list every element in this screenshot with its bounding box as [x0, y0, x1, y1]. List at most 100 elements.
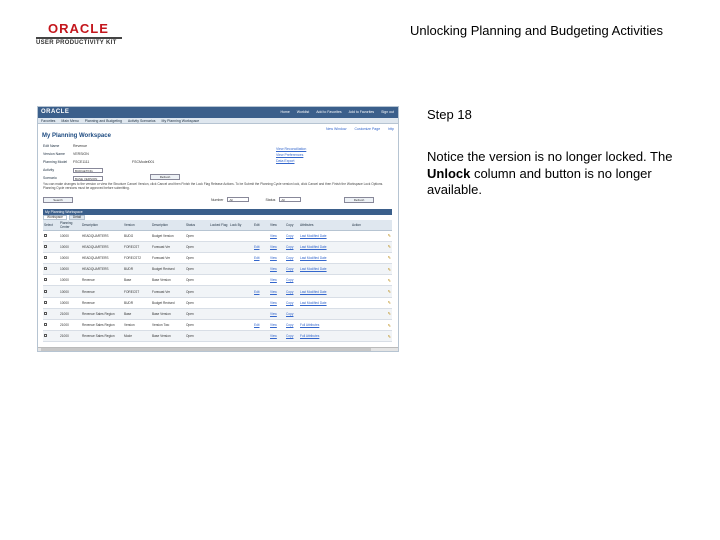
copy-link[interactable]: Copy [286, 256, 293, 260]
version-cell: Base [124, 311, 132, 316]
grid-cell: FORECST [123, 285, 151, 298]
table-row[interactable]: 10000 HEADQUARTERS BUDG Budget Version Open V… [43, 230, 392, 242]
pencil-icon[interactable]: ✎ [388, 267, 391, 272]
pencil-icon[interactable]: ✎ [388, 244, 391, 249]
view-link[interactable]: View [270, 323, 277, 327]
horizontal-scrollbar[interactable] [38, 347, 398, 351]
attributes-link[interactable]: Last Modified Date [300, 256, 327, 260]
pencil-icon[interactable]: ✎ [388, 278, 391, 283]
attributes-link[interactable]: Last Modified Date [300, 234, 327, 238]
table-row[interactable]: 10000 Revenue FORECST Forecast Ver Open Edit V… [43, 285, 392, 298]
column-header: Copy [285, 220, 299, 231]
view-link[interactable]: View [270, 278, 277, 282]
row-checkbox[interactable] [44, 267, 47, 271]
view-link[interactable]: View [270, 312, 277, 316]
view-reconciliation-link[interactable]: View Reconciliation [276, 147, 306, 151]
copy-link[interactable]: Copy [286, 323, 293, 327]
grid-cell [299, 274, 351, 287]
copy-link[interactable]: Copy [286, 234, 293, 238]
refresh-button[interactable]: Refresh [150, 174, 180, 180]
refresh-button-2[interactable]: Refresh [344, 197, 374, 203]
pencil-icon[interactable]: ✎ [388, 300, 391, 305]
menu-favorites[interactable]: Favorites [41, 119, 55, 123]
top-nav-signout[interactable]: Sign out [381, 110, 394, 114]
attributes-link[interactable]: Last Modified Date [300, 245, 327, 249]
pencil-icon[interactable]: ✎ [388, 323, 391, 328]
column-header: Locked Flag [209, 220, 229, 231]
row-checkbox[interactable] [44, 311, 47, 315]
table-row[interactable]: 10000 HEADQUARTERS FORECST Forecast Ver Open… [43, 241, 392, 253]
menu-workspace[interactable]: My Planning Workspace [162, 119, 200, 123]
scrollbar-thumb[interactable] [41, 348, 371, 351]
grid-cell: Revenue [81, 285, 123, 298]
row-checkbox[interactable] [44, 233, 47, 237]
table-row[interactable]: 10000 HEADQUARTERS FORECST2 Forecast Ver Ope… [43, 252, 392, 265]
activity-input[interactable]: BUDGETING [73, 167, 103, 173]
http-link[interactable]: http [388, 127, 394, 131]
pencil-icon[interactable]: ✎ [388, 311, 391, 316]
grid-cell: View [269, 263, 285, 276]
view-link[interactable]: View [270, 334, 277, 338]
table-row[interactable]: 10000 HEADQUARTERS BUDR Budget Revised Open V… [43, 263, 392, 276]
scenario-input[interactable]: BASE VERSION [73, 175, 103, 181]
view-link[interactable]: View [270, 267, 277, 271]
menu-planning[interactable]: Planning and Budgeting [85, 119, 122, 123]
top-nav-home[interactable]: Home [280, 110, 289, 114]
table-row[interactable]: 21000 Revenue Sales Region Version Version … [43, 319, 392, 332]
copy-link[interactable]: Copy [286, 245, 293, 249]
search-button[interactable]: Search [43, 197, 73, 203]
action-cell [43, 308, 59, 321]
copy-link[interactable]: Copy [286, 312, 293, 316]
top-nav-worklist[interactable]: Worklist [297, 110, 309, 114]
new-window-link[interactable]: New Window [326, 127, 346, 131]
pencil-icon[interactable]: ✎ [388, 334, 391, 339]
grid-cell: Budget Version [151, 230, 185, 242]
menu-main[interactable]: Main Menu [61, 119, 78, 123]
copy-link[interactable]: Copy [286, 267, 293, 271]
pencil-icon[interactable]: ✎ [388, 255, 391, 260]
row-checkbox[interactable] [44, 278, 47, 282]
attributes-link[interactable]: Last Modified Date [300, 290, 327, 294]
menu-activity[interactable]: Activity Scenarios [128, 119, 156, 123]
grid-cell: Forecast Ver [151, 252, 185, 265]
edit-link[interactable]: Edit [254, 256, 260, 260]
view-link[interactable]: View [270, 245, 277, 249]
table-row[interactable]: 21000 Revenue Sales Region Base Base Versio… [43, 308, 392, 321]
attributes-link[interactable]: Full Attributes [300, 323, 319, 327]
copy-link[interactable]: Copy [286, 334, 293, 338]
view-preferences-link[interactable]: View Preferences [276, 153, 303, 157]
edit-link[interactable]: Edit [254, 290, 260, 294]
copy-link[interactable]: Copy [286, 301, 293, 305]
row-checkbox[interactable] [44, 289, 47, 293]
copy-link[interactable]: Copy [286, 290, 293, 294]
row-checkbox[interactable] [44, 255, 47, 259]
table-row[interactable]: 10000 Revenue Base Base Version Open View Copy… [43, 274, 392, 287]
status-input[interactable]: All [279, 197, 302, 202]
table-row[interactable]: 21000 Revenue Sales Region Mode Base Versio… [43, 330, 392, 343]
view-link[interactable]: View [270, 301, 277, 305]
row-checkbox[interactable] [44, 334, 47, 338]
grid-cell: Revenue [81, 274, 123, 287]
attributes-link[interactable]: Last Modified Date [300, 267, 327, 271]
table-row[interactable]: 10000 Revenue BUDR Budget Revised Open View Co… [43, 297, 392, 309]
pencil-icon[interactable]: ✎ [388, 289, 391, 294]
view-link[interactable]: View [270, 256, 277, 260]
desc-part-1: Notice the version is no longer locked. … [427, 149, 673, 164]
attributes-link[interactable]: Full Attributes [300, 334, 319, 338]
copy-link[interactable]: Copy [286, 278, 293, 282]
row-checkbox[interactable] [44, 244, 47, 248]
attributes-link[interactable]: Last Modified Date [300, 301, 327, 305]
view-link[interactable]: View [270, 290, 277, 294]
data-export-link[interactable]: Data Export [276, 159, 294, 163]
top-nav-favorites[interactable]: Add to Favorites [316, 110, 341, 114]
top-nav-favorites-2[interactable]: Add to Favorites [349, 110, 374, 114]
customize-page-link[interactable]: Customize Page [354, 127, 380, 131]
edit-link[interactable]: Edit [254, 245, 260, 249]
row-checkbox[interactable] [44, 300, 47, 304]
view-link[interactable]: View [270, 234, 277, 238]
edit-link[interactable]: Edit [254, 323, 260, 327]
row-checkbox[interactable] [44, 323, 47, 327]
pencil-icon[interactable]: ✎ [388, 233, 391, 238]
number-input[interactable]: All [227, 197, 250, 202]
action-cell: ✎ [351, 330, 392, 343]
